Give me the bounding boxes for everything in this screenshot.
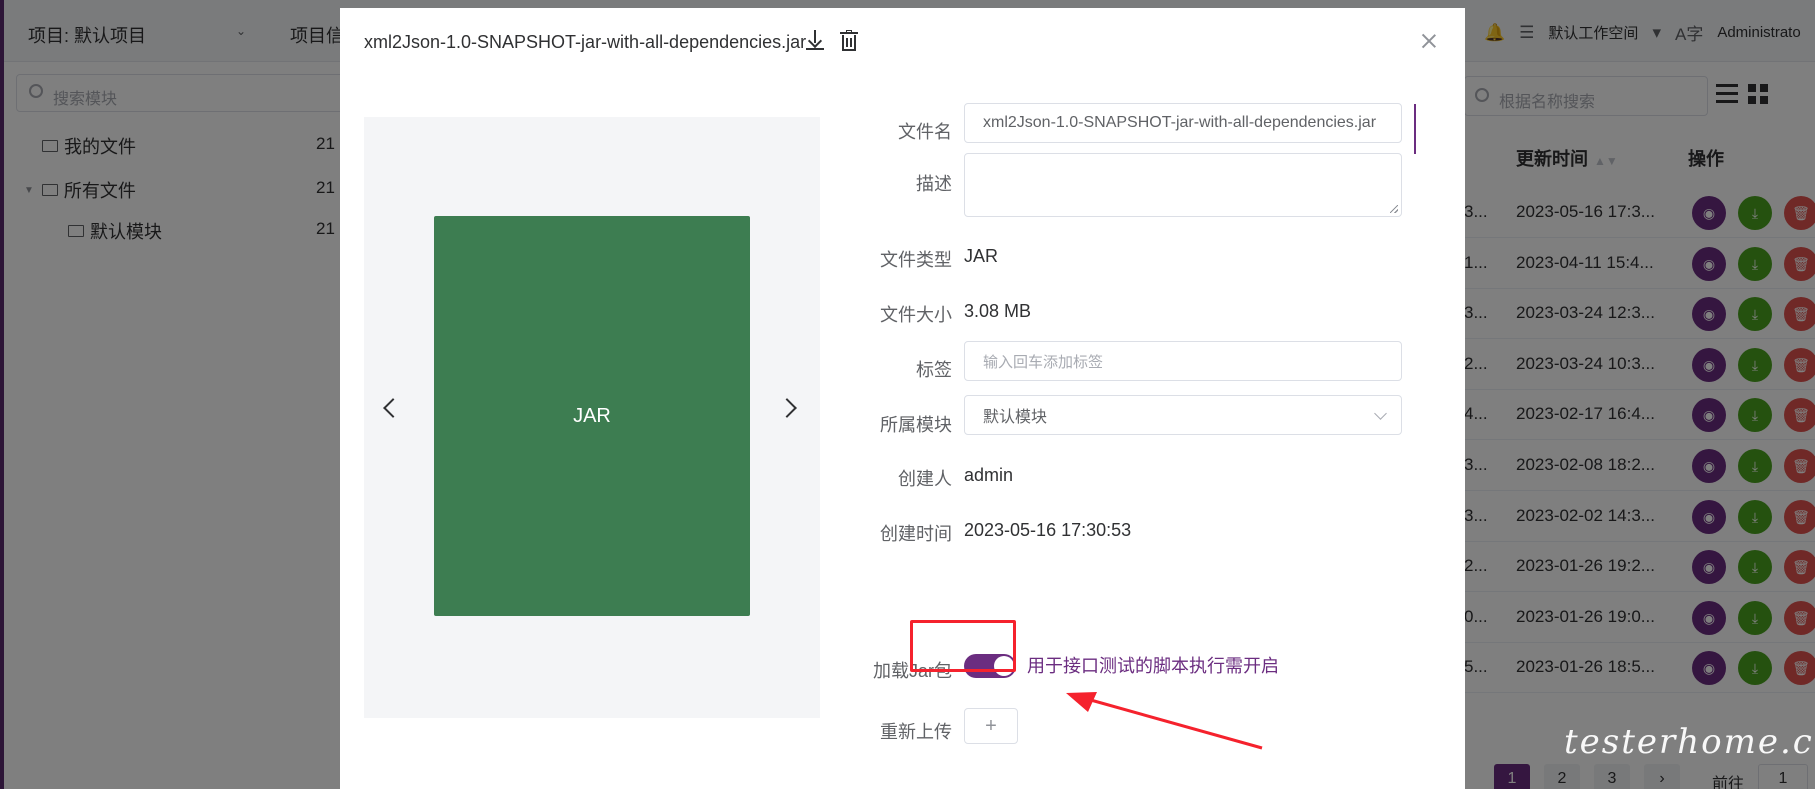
file-preview: JAR [364, 117, 820, 718]
chevron-left-icon[interactable] [383, 398, 403, 418]
filename-label: 文件名 [898, 122, 952, 142]
file-type-value: JAR [964, 246, 999, 266]
description-textarea[interactable] [964, 153, 1402, 217]
filename-input[interactable]: xml2Json-1.0-SNAPSHOT-jar-with-all-depen… [964, 103, 1402, 143]
focus-indicator [1414, 104, 1416, 154]
reupload-label: 重新上传 [880, 722, 952, 742]
created-time-label: 创建时间 [880, 524, 952, 544]
watermark: testerhome.com [1564, 722, 1815, 762]
reupload-button[interactable]: + [964, 708, 1018, 744]
creator-label: 创建人 [898, 469, 952, 489]
module-label: 所属模块 [880, 415, 952, 435]
module-select[interactable]: 默认模块 [964, 395, 1402, 435]
filename-value: xml2Json-1.0-SNAPSHOT-jar-with-all-depen… [983, 114, 1377, 131]
load-jar-hint: 用于接口测试的脚本执行需开启 [1027, 656, 1279, 676]
chevron-down-icon [1374, 407, 1387, 420]
annotation-highlight-box [910, 620, 1016, 672]
file-type-label: 文件类型 [880, 250, 952, 270]
download-icon[interactable] [806, 30, 824, 52]
file-size-value: 3.08 MB [964, 301, 1032, 321]
resize-handle-icon[interactable] [1390, 205, 1398, 213]
dialog-title: xml2Json-1.0-SNAPSHOT-jar-with-all-depen… [364, 32, 807, 52]
description-label: 描述 [916, 174, 952, 194]
chevron-right-icon[interactable] [777, 398, 797, 418]
created-time-value: 2023-05-16 17:30:53 [964, 520, 1132, 540]
file-size-label: 文件大小 [880, 305, 952, 325]
tags-label: 标签 [916, 360, 952, 380]
tags-placeholder: 输入回车添加标签 [983, 353, 1104, 371]
module-select-value: 默认模块 [983, 409, 1048, 426]
creator-value: admin [964, 465, 1014, 485]
file-detail-dialog: xml2Json-1.0-SNAPSHOT-jar-with-all-depen… [340, 8, 1465, 789]
tags-input[interactable]: 输入回车添加标签 [964, 341, 1402, 381]
jar-file-thumbnail: JAR [434, 216, 750, 616]
